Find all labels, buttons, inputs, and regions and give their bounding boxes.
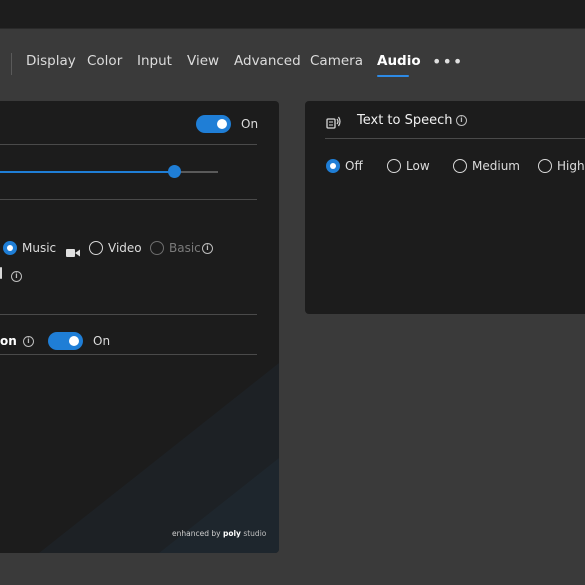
info-icon[interactable]: i xyxy=(11,271,22,282)
tab-camera[interactable]: Camera xyxy=(310,53,363,69)
audio-feature-toggle-state: On xyxy=(241,117,259,131)
partial-setting-toggle[interactable] xyxy=(48,332,83,350)
mode-basic-radio[interactable] xyxy=(150,241,164,255)
info-icon[interactable]: i xyxy=(23,336,34,347)
tts-medium-radio[interactable] xyxy=(453,159,467,173)
badge-prefix: enhanced by xyxy=(172,529,221,538)
badge-brand: poly xyxy=(222,529,241,538)
partial-setting-toggle-state: On xyxy=(93,334,111,348)
more-options-button[interactable]: ••• xyxy=(432,52,463,71)
volume-slider[interactable] xyxy=(0,165,218,178)
tab-advanced[interactable]: Advanced xyxy=(234,53,301,69)
mode-music-radio[interactable] xyxy=(3,241,17,255)
tts-high-label: High xyxy=(557,159,585,173)
poly-studio-badge: enhanced by poly studio xyxy=(172,529,266,538)
cropped-radio-edge xyxy=(0,267,2,279)
tab-color[interactable]: Color xyxy=(87,53,122,69)
volume-slider-thumb[interactable] xyxy=(168,165,181,178)
title-bar xyxy=(0,0,585,28)
volume-slider-fill xyxy=(0,171,174,173)
tab-display[interactable]: Display xyxy=(26,53,76,69)
section-divider xyxy=(0,144,257,145)
active-tab-indicator xyxy=(377,75,409,77)
partial-setting-label: on xyxy=(0,334,17,348)
text-to-speech-title: Text to Speech xyxy=(357,113,453,128)
info-icon[interactable]: i xyxy=(202,243,213,254)
tts-low-radio[interactable] xyxy=(387,159,401,173)
section-divider xyxy=(0,199,257,200)
section-divider xyxy=(0,314,257,315)
badge-suffix: studio xyxy=(243,529,267,538)
tab-view[interactable]: View xyxy=(187,53,219,69)
tab-audio[interactable]: Audio xyxy=(377,53,421,69)
mode-video-radio[interactable] xyxy=(89,241,103,255)
tts-medium-label: Medium xyxy=(472,159,520,173)
tts-high-radio[interactable] xyxy=(538,159,552,173)
tab-bar-separator xyxy=(11,53,12,75)
mode-basic-label: Basic xyxy=(169,241,201,255)
tts-low-label: Low xyxy=(406,159,430,173)
info-icon[interactable]: i xyxy=(456,115,467,126)
audio-feature-toggle[interactable] xyxy=(196,115,231,133)
mode-music-label: Music xyxy=(22,241,57,255)
audio-settings-panel xyxy=(0,101,279,553)
settings-tab-bar: Display Color Input View Advanced Camera… xyxy=(0,40,585,84)
text-to-speech-icon xyxy=(326,114,342,133)
text-to-speech-panel xyxy=(305,101,585,314)
tts-off-radio[interactable] xyxy=(326,159,340,173)
tab-input[interactable]: Input xyxy=(137,53,172,69)
title-bar-edge xyxy=(0,28,585,29)
section-divider xyxy=(325,138,585,139)
panel-decoration-highlight xyxy=(159,458,279,553)
section-divider xyxy=(0,354,257,355)
video-camera-icon xyxy=(66,243,80,262)
tts-off-label: Off xyxy=(345,159,363,173)
mode-video-label: Video xyxy=(108,241,142,255)
